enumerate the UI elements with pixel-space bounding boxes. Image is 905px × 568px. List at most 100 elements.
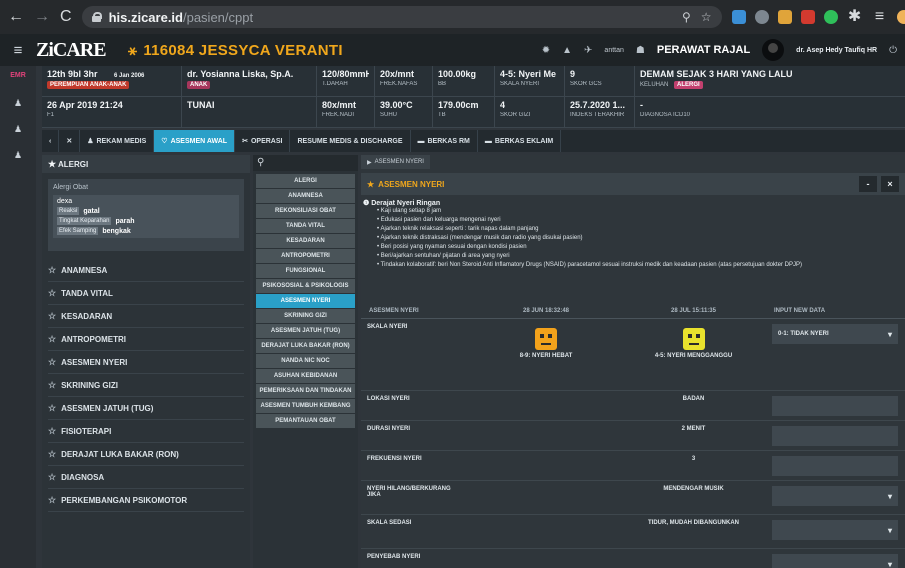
col-head: ASESMEN NYERI bbox=[361, 305, 471, 319]
menu-item[interactable]: ASUHAN KEBIDANAN bbox=[256, 369, 355, 384]
allergy-card: dexa Reaksi gatal Tingkat Keparahan parah … bbox=[53, 195, 239, 238]
section-head-alergi[interactable]: ★ ALERGI bbox=[42, 155, 250, 173]
tab-rekam-medis[interactable]: ♟ REKAM MEDIS bbox=[80, 130, 155, 152]
section-item[interactable]: ☆ SKRINING GIZI bbox=[48, 374, 244, 397]
menu-item[interactable]: TANDA VITAL bbox=[256, 219, 355, 234]
menu-item[interactable]: ANAMNESA bbox=[256, 189, 355, 204]
folder-icon: ▬ bbox=[484, 137, 492, 145]
row-value-1 bbox=[471, 481, 621, 514]
input-select[interactable]: ▾ bbox=[772, 520, 898, 540]
close-button[interactable]: × bbox=[881, 176, 899, 192]
tab-bar: ‹ ✕ ♟ REKAM MEDIS ♡ ASESMEN AWAL ✂ OPERASI … bbox=[42, 130, 905, 152]
back-icon[interactable]: ← bbox=[8, 9, 24, 25]
forward-icon[interactable]: → bbox=[34, 9, 50, 25]
emr-icon[interactable]: EMR bbox=[0, 72, 36, 92]
star-outline-icon: ☆ bbox=[48, 471, 57, 482]
section-item[interactable]: ☆ KESADARAN bbox=[48, 305, 244, 328]
puzzle-icon[interactable]: ✱ bbox=[847, 9, 863, 25]
lock-icon bbox=[91, 12, 102, 22]
input-field[interactable] bbox=[772, 456, 898, 476]
menu-item[interactable]: ALERGI bbox=[256, 174, 355, 189]
role-icon: ☗ bbox=[635, 44, 645, 56]
guide-item: Beri posisi yang nyaman sesuai dengan ko… bbox=[377, 243, 903, 252]
search-icon: ⚲ bbox=[257, 157, 265, 168]
patient-dob: 6 Jan 2006 bbox=[114, 73, 145, 79]
menu-item[interactable]: NANDA NIC NOC bbox=[256, 354, 355, 369]
menu-item[interactable]: PEMANTAUAN OBAT bbox=[256, 414, 355, 429]
section-item[interactable]: ☆ ANAMNESA bbox=[48, 259, 244, 282]
menu-item[interactable]: ASESMEN JATUH (TUG) bbox=[256, 324, 355, 339]
users-icon[interactable]: ♟ bbox=[0, 150, 36, 170]
tab-berkas-rm[interactable]: ▬ BERKAS RM bbox=[411, 130, 478, 152]
row-input-cell bbox=[766, 451, 905, 480]
tab-asesmen-awal[interactable]: ♡ ASESMEN AWAL bbox=[154, 130, 236, 152]
minimize-button[interactable]: - bbox=[859, 176, 877, 192]
search-icon[interactable]: ⚲ bbox=[682, 10, 691, 24]
tab-back[interactable]: ‹ bbox=[42, 130, 60, 152]
section-item[interactable]: ☆ ANTROPOMETRI bbox=[48, 328, 244, 351]
menu-item[interactable]: REKONSILIASI OBAT bbox=[256, 204, 355, 219]
menu-item[interactable]: SKRINING GIZI bbox=[256, 309, 355, 324]
pin-icon[interactable]: ✈ bbox=[584, 45, 592, 56]
tab-expand[interactable]: ✕ bbox=[59, 130, 81, 152]
menu-item[interactable]: KESADARAN bbox=[256, 234, 355, 249]
menu-search[interactable]: ⚲ bbox=[253, 155, 358, 171]
role-label[interactable]: PERAWAT RAJAL bbox=[657, 44, 750, 56]
row-value-1 bbox=[471, 549, 621, 568]
tab-resume-medis[interactable]: RESUME MEDIS & DISCHARGE bbox=[290, 130, 411, 152]
allergy-tag[interactable]: ALERGI bbox=[674, 81, 703, 89]
row-label: LOKASI NYERI bbox=[367, 396, 410, 402]
power-icon[interactable]: ⏻ bbox=[889, 45, 897, 56]
breadcrumb[interactable]: ▶ ASESMEN NYERI bbox=[361, 155, 430, 169]
users-icon[interactable]: ♟ bbox=[0, 124, 36, 144]
section-item[interactable]: ☆ PERKEMBANGAN PSIKOMOTOR bbox=[48, 489, 244, 512]
logo: ZiCARE bbox=[36, 38, 107, 61]
main-panel: ▶ ASESMEN NYERI ★ ASESMEN NYERI - × ❶ Der… bbox=[361, 155, 905, 568]
tab-berkas-eklaim[interactable]: ▬ BERKAS EKLAIM bbox=[478, 130, 562, 152]
hamburger-menu-icon[interactable]: ≡ bbox=[0, 42, 36, 59]
extension-icon[interactable] bbox=[731, 10, 746, 24]
extension-icon[interactable] bbox=[754, 10, 769, 24]
folder-icon: ▬ bbox=[417, 137, 425, 145]
row-value-2: 2 MENIT bbox=[621, 421, 766, 450]
reload-icon[interactable]: C bbox=[60, 9, 72, 25]
notification-icon[interactable]: ▲ bbox=[562, 45, 572, 56]
guide-title: Derajat Nyeri Ringan bbox=[371, 200, 441, 207]
address-bar[interactable]: his.zicare.id /pasien/cppt ⚲ ☆ bbox=[81, 6, 722, 28]
menu-item[interactable]: PSIKOSOSIAL & PSIKOLOGIS bbox=[256, 279, 355, 294]
section-item-label: DIAGNOSA bbox=[61, 472, 105, 482]
users-icon[interactable]: ♟ bbox=[0, 98, 36, 118]
extension-icon[interactable] bbox=[777, 10, 792, 24]
input-field[interactable] bbox=[772, 396, 898, 416]
menu-item[interactable]: ASESMEN NYERI bbox=[256, 294, 355, 309]
extension-icon[interactable] bbox=[800, 10, 815, 24]
pain-face-icon bbox=[682, 328, 705, 350]
star-outline-icon: ☆ bbox=[48, 379, 57, 390]
menu-item[interactable]: PEMERIKSAAN DAN TINDAKAN bbox=[256, 384, 355, 399]
section-item[interactable]: ☆ ASESMEN NYERI bbox=[48, 351, 244, 374]
section-item[interactable]: ☆ ASESMEN JATUH (TUG) bbox=[48, 397, 244, 420]
profile-icon[interactable] bbox=[896, 10, 905, 24]
input-select[interactable]: ▾ bbox=[772, 486, 898, 506]
tab-operasi[interactable]: ✂ OPERASI bbox=[235, 130, 291, 152]
menu-item[interactable]: ASESMEN TUMBUH KEMBANG bbox=[256, 399, 355, 414]
row-label: DURASI NYERI bbox=[367, 426, 411, 432]
input-select[interactable]: ▾ bbox=[772, 554, 898, 568]
menu-item[interactable]: ANTROPOMETRI bbox=[256, 249, 355, 264]
extension-icon[interactable] bbox=[823, 10, 838, 24]
avatar[interactable] bbox=[762, 39, 785, 61]
section-item[interactable]: ☆ DERAJAT LUKA BAKAR (RON) bbox=[48, 443, 244, 466]
settings-icon[interactable]: ✹ bbox=[542, 45, 550, 56]
user-name[interactable]: dr. Asep Hedy Taufiq HR bbox=[796, 47, 877, 54]
input-field[interactable] bbox=[772, 426, 898, 446]
row-input-cell: ▾ bbox=[766, 515, 905, 548]
menu-item[interactable]: DERAJAT LUKA BAKAR (RON) bbox=[256, 339, 355, 354]
section-item[interactable]: ☆ TANDA VITAL bbox=[48, 282, 244, 305]
input-select[interactable]: 0-1: TIDAK NYERI ▾ bbox=[772, 324, 898, 344]
section-item[interactable]: ☆ DIAGNOSA bbox=[48, 466, 244, 489]
menu-item[interactable]: FUNGSIONAL bbox=[256, 264, 355, 279]
input-value: 0-1: TIDAK NYERI bbox=[778, 331, 829, 337]
queue-icon[interactable]: ≡ bbox=[872, 9, 888, 25]
section-item[interactable]: ☆ FISIOTERAPI bbox=[48, 420, 244, 443]
bookmark-star-icon[interactable]: ☆ bbox=[701, 10, 712, 24]
